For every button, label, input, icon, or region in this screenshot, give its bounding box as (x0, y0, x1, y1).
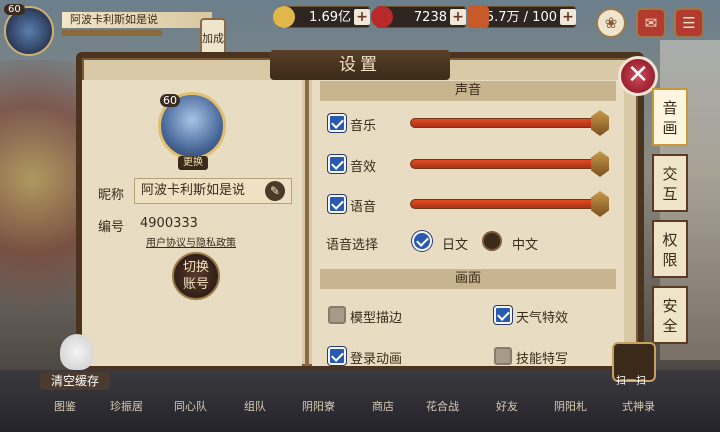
sound-section-header: 声音 (320, 81, 616, 101)
bottom-item-party[interactable]: 组队 (244, 398, 266, 414)
model-outline-label: 模型描边 (350, 311, 403, 326)
chinese-label: 中文 (512, 238, 539, 253)
mail-icon[interactable]: ✉ (636, 8, 666, 38)
jade-icon (371, 6, 393, 28)
tab-permissions-label-1: 权 (662, 231, 678, 249)
tab-interaction-label-2: 互 (662, 185, 678, 203)
id-label: 编号 (98, 220, 125, 235)
edit-nickname-icon[interactable]: ✎ (265, 181, 285, 201)
japanese-label: 日文 (442, 238, 469, 253)
switch-account-label-1: 切换 (182, 260, 209, 275)
clear-cache-button[interactable]: 清空缓存 (40, 372, 110, 390)
pane-divider (305, 80, 309, 366)
tab-interaction[interactable]: 交 互 (652, 154, 688, 212)
stamina-icon (467, 6, 489, 28)
effects-label: 音效 (350, 160, 377, 175)
dialog-title: 设置 (270, 50, 450, 80)
tab-security-label-2: 全 (662, 317, 678, 335)
model-outline-checkbox[interactable] (328, 306, 346, 324)
player-exp-bar (62, 30, 162, 36)
tab-interaction-label-1: 交 (662, 165, 678, 183)
skill-effects-checkbox[interactable] (494, 347, 512, 365)
stamina-value: 5.7万 / 100 (485, 10, 557, 25)
bottom-item-onmyoji-notes[interactable]: 阴阳札 (554, 398, 587, 414)
voice-label: 语音 (350, 200, 377, 215)
mascot-icon (60, 334, 94, 370)
bottom-item-handbook[interactable]: 图鉴 (54, 398, 76, 414)
menu-icon[interactable]: ☰ (674, 8, 704, 38)
tab-audio-visual-label-1: 音 (662, 99, 678, 117)
bottom-item-shop-zhen[interactable]: 珍振居 (110, 398, 143, 414)
bottom-item-friends[interactable]: 好友 (496, 398, 518, 414)
add-stamina-button[interactable]: + (560, 9, 576, 25)
voice-language-label: 语音选择 (326, 238, 379, 253)
bottom-item-guild[interactable]: 阴阳寮 (302, 398, 335, 414)
effects-checkbox[interactable] (328, 155, 346, 173)
login-animation-label: 登录动画 (350, 352, 403, 367)
tab-permissions[interactable]: 权 限 (652, 220, 688, 278)
tab-audio-visual-label-2: 画 (662, 119, 678, 137)
id-value: 4900333 (140, 216, 198, 231)
weather-effects-checkbox[interactable] (494, 306, 512, 324)
tab-permissions-label-2: 限 (662, 251, 678, 269)
add-jade-button[interactable]: + (450, 9, 466, 25)
bottom-item-team-heart[interactable]: 同心队 (174, 398, 207, 414)
resource-jade: 7238 + (371, 6, 466, 28)
tab-security-label-1: 安 (662, 297, 678, 315)
add-coins-button[interactable]: + (354, 9, 370, 25)
nickname-label: 昵称 (98, 188, 125, 203)
weather-effects-label: 天气特效 (516, 311, 569, 326)
scan-label[interactable]: 扫一扫 (616, 372, 646, 387)
japanese-radio[interactable] (412, 231, 432, 251)
graphics-section-header: 画面 (320, 269, 616, 289)
voice-volume-slider[interactable] (410, 199, 600, 209)
voice-checkbox[interactable] (328, 195, 346, 213)
bottom-item-store[interactable]: 商店 (372, 398, 394, 414)
switch-account-button[interactable]: 切换 账号 (172, 252, 220, 300)
coin-icon (273, 6, 295, 28)
top-bar: 60 阿波卡利斯如是说 1.69亿 + 7238 + 5.7万 / 100 + … (0, 0, 720, 56)
change-avatar-button[interactable]: 更换 (178, 156, 208, 170)
player-level-badge: 60 (4, 4, 25, 15)
resource-stamina: 5.7万 / 100 + (467, 6, 576, 28)
jade-value: 7238 (413, 10, 447, 25)
music-checkbox[interactable] (328, 114, 346, 132)
skill-effects-label: 技能特写 (516, 352, 569, 367)
bottom-item-shikigami[interactable]: 式神录 (622, 398, 655, 414)
flower-icon[interactable]: ❀ (596, 8, 626, 38)
bottom-item-card-battle[interactable]: 花合战 (426, 398, 459, 414)
player-name: 阿波卡利斯如是说 (62, 12, 212, 28)
tab-audio-visual[interactable]: 音 画 (652, 88, 688, 146)
login-animation-checkbox[interactable] (328, 347, 346, 365)
chinese-radio[interactable] (482, 231, 502, 251)
music-label: 音乐 (350, 119, 377, 134)
background-decoration-left (0, 60, 80, 360)
tab-security[interactable]: 安 全 (652, 286, 688, 344)
switch-account-label-2: 账号 (182, 277, 209, 292)
policy-link[interactable]: 用户协议与隐私政策 (146, 234, 236, 249)
coins-value: 1.69亿 (309, 10, 351, 25)
resource-coins: 1.69亿 + (273, 6, 370, 28)
effects-volume-slider[interactable] (410, 159, 600, 169)
music-volume-slider[interactable] (410, 118, 600, 128)
profile-level-badge: 60 (160, 94, 180, 107)
